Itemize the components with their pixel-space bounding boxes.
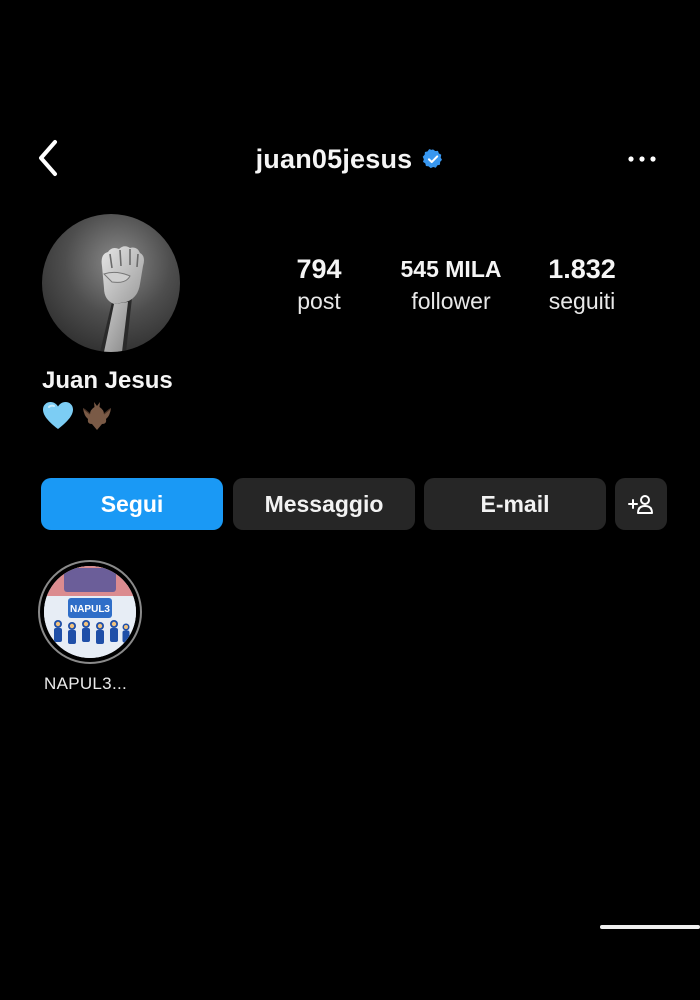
team-photo-image: NAPUL3	[44, 566, 136, 658]
message-button[interactable]: Messaggio	[233, 478, 415, 530]
profile-header: juan05jesus	[0, 140, 700, 178]
verified-badge-icon	[423, 149, 443, 169]
more-dots-icon	[628, 156, 656, 162]
follow-button[interactable]: Segui	[41, 478, 223, 530]
following-count: 1.832	[548, 254, 616, 284]
highlight-label: NAPUL3...	[44, 674, 128, 693]
highlight-cover-image: NAPUL3	[44, 566, 136, 658]
email-button[interactable]: E-mail	[424, 478, 606, 530]
posts-count: 794	[296, 254, 342, 284]
username-title: juan05jesus	[255, 143, 413, 174]
stat-followers[interactable]: 545 MILA follower	[388, 252, 514, 316]
profile-avatar[interactable]	[42, 214, 180, 352]
stat-posts[interactable]: 794 post	[283, 252, 355, 316]
story-highlight[interactable]: NAPUL3	[38, 560, 142, 664]
more-options-button[interactable]	[622, 142, 662, 176]
followers-label: follower	[411, 288, 491, 314]
home-indicator[interactable]	[600, 925, 700, 929]
display-name: Juan Jesus	[42, 367, 173, 394]
stat-following[interactable]: 1.832 seguiti	[536, 252, 628, 316]
following-label: seguiti	[548, 288, 616, 314]
add-user-icon	[628, 495, 653, 514]
bat-emoji	[83, 402, 111, 430]
svg-text:NAPUL3: NAPUL3	[70, 604, 110, 615]
bio	[42, 400, 114, 432]
raised-fist-avatar-image	[100, 246, 144, 352]
light-blue-heart-emoji	[43, 402, 73, 429]
followers-count: 545 MILA	[400, 256, 502, 282]
posts-label: post	[297, 288, 341, 314]
suggested-users-button[interactable]	[615, 478, 667, 530]
